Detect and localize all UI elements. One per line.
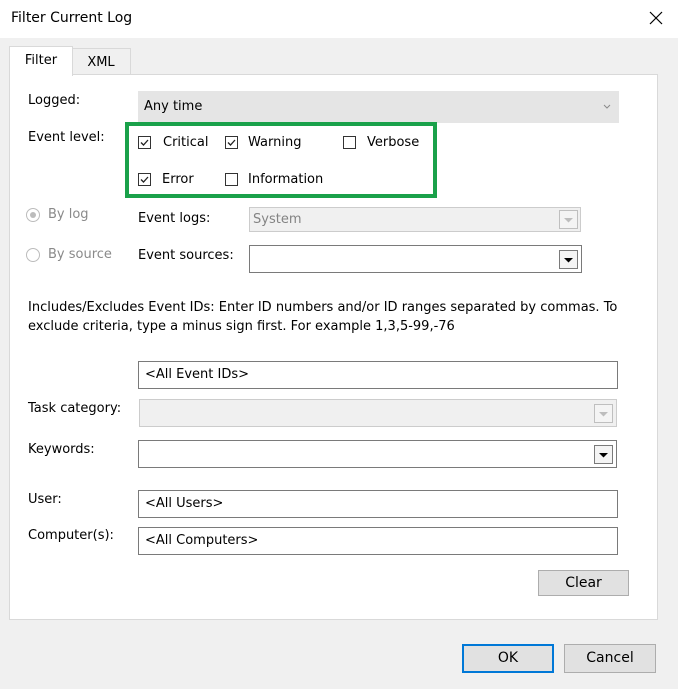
keywords-label: Keywords: xyxy=(28,442,95,457)
chevron-down-icon xyxy=(603,104,611,109)
checkmark-icon xyxy=(140,176,149,183)
event-sources-dropdown-button[interactable] xyxy=(559,250,578,269)
checkmark-icon xyxy=(140,139,149,146)
radio-button[interactable] xyxy=(26,208,40,222)
logged-select-value: Any time xyxy=(144,99,203,114)
clear-button-label: Clear xyxy=(565,575,602,591)
event-ids-input[interactable]: <All Event IDs> xyxy=(138,361,618,389)
event-sources-label: Event sources: xyxy=(138,248,234,263)
filter-content: Logged: Any time Event level: Critical W… xyxy=(0,0,678,689)
by-source-label: By source xyxy=(48,247,112,262)
computer-value: <All Computers> xyxy=(145,533,259,548)
information-label: Information xyxy=(248,172,324,187)
dropdown-arrow-icon xyxy=(564,218,573,223)
critical-label: Critical xyxy=(163,135,209,150)
dropdown-arrow-icon xyxy=(599,412,608,417)
radio-selected-dot xyxy=(30,212,36,218)
event-ids-description: Includes/Excludes Event IDs: Enter ID nu… xyxy=(28,300,618,334)
checkbox-box[interactable] xyxy=(225,173,238,186)
user-value: <All Users> xyxy=(145,496,224,511)
dropdown-arrow-icon xyxy=(599,453,608,458)
radio-button[interactable] xyxy=(26,248,40,262)
verbose-label: Verbose xyxy=(367,135,420,150)
warning-label: Warning xyxy=(248,135,302,150)
task-category-dropdown-button[interactable] xyxy=(594,404,613,423)
event-sources-select[interactable] xyxy=(249,245,582,273)
computer-input[interactable]: <All Computers> xyxy=(138,527,618,555)
by-log-label: By log xyxy=(48,207,89,222)
event-level-label: Event level: xyxy=(28,130,105,145)
logged-label: Logged: xyxy=(28,93,81,108)
clear-button[interactable]: Clear xyxy=(538,570,629,596)
checkbox-box[interactable] xyxy=(343,136,356,149)
computer-label: Computer(s): xyxy=(28,528,114,543)
keywords-select[interactable] xyxy=(138,440,617,468)
event-logs-value: System xyxy=(253,212,302,227)
event-logs-label: Event logs: xyxy=(138,211,211,226)
task-category-select[interactable] xyxy=(139,399,617,427)
checkbox-box[interactable] xyxy=(138,136,151,149)
keywords-dropdown-button[interactable] xyxy=(594,445,613,464)
event-logs-select[interactable]: System xyxy=(249,207,581,232)
user-input[interactable]: <All Users> xyxy=(138,490,618,518)
event-logs-dropdown-button[interactable] xyxy=(559,210,578,229)
logged-select[interactable]: Any time xyxy=(138,91,619,123)
checkbox-box[interactable] xyxy=(138,173,151,186)
task-category-label: Task category: xyxy=(28,401,122,416)
event-ids-value: <All Event IDs> xyxy=(145,367,250,382)
dropdown-arrow-icon xyxy=(564,258,573,263)
checkbox-box[interactable] xyxy=(225,136,238,149)
error-label: Error xyxy=(162,172,194,187)
user-label: User: xyxy=(28,492,62,507)
checkmark-icon xyxy=(227,139,236,146)
